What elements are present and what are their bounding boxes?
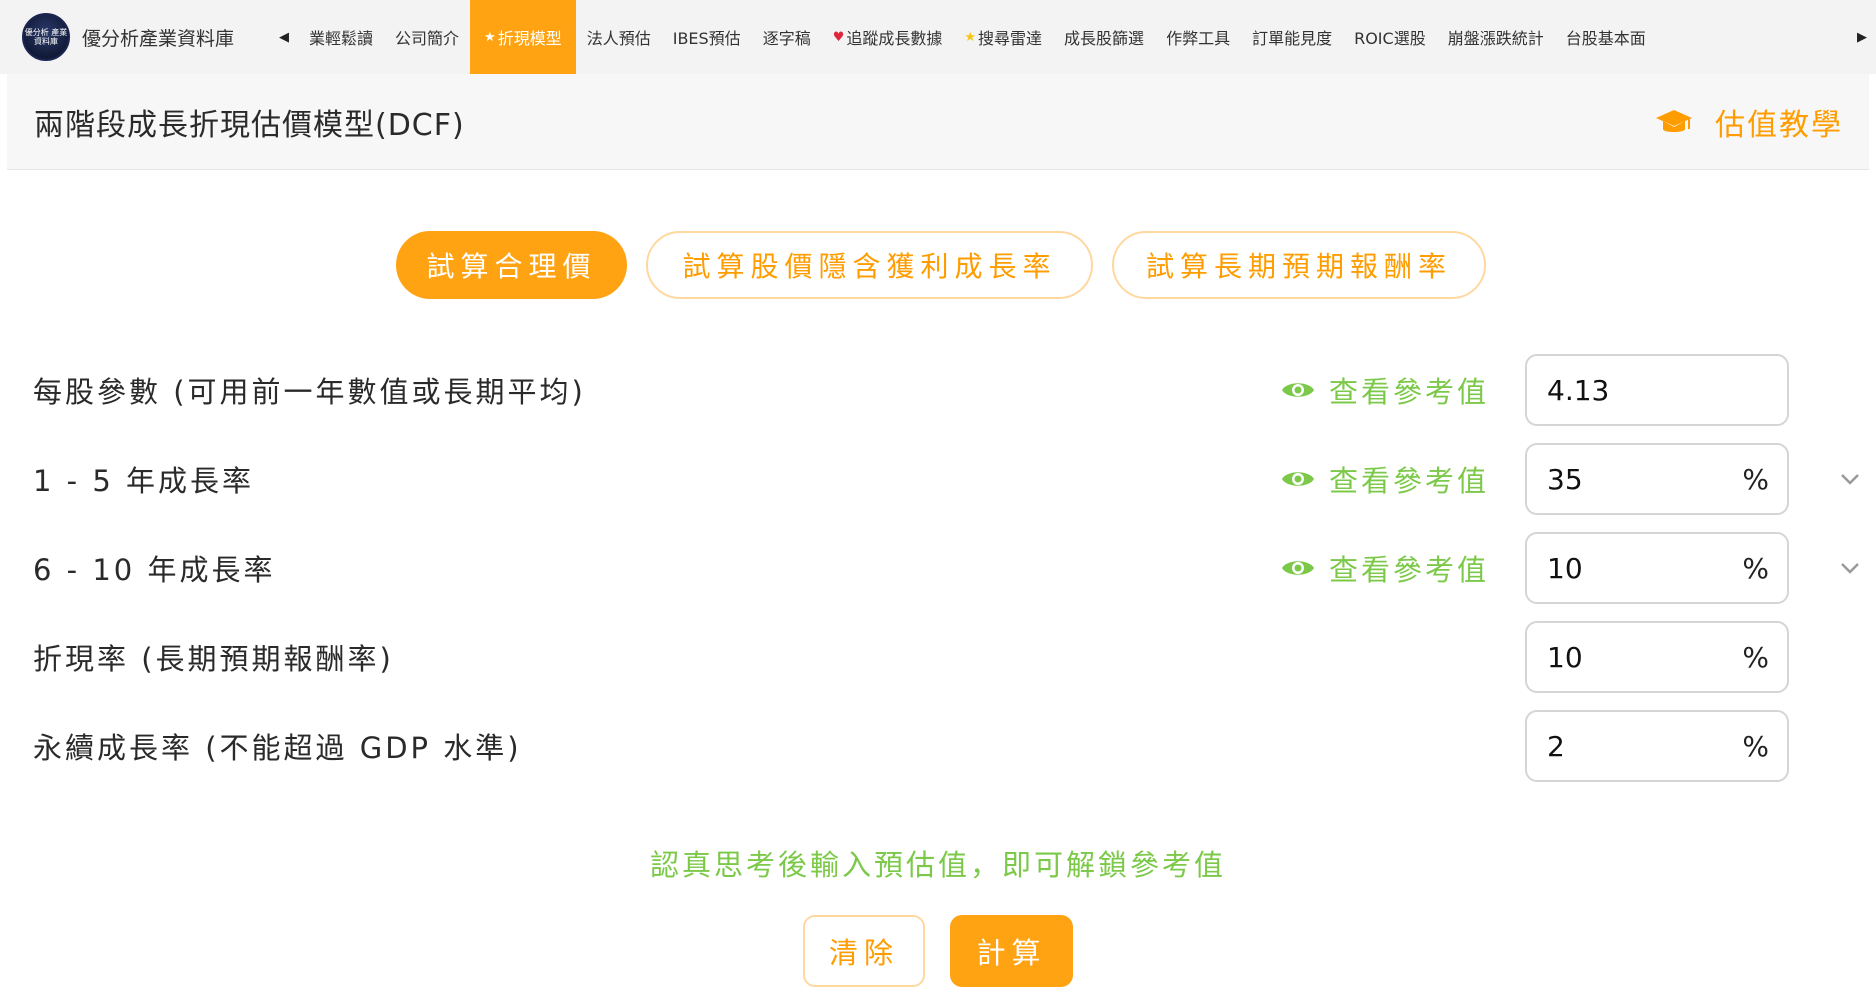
nav-item-label: 法人預估 (586, 29, 651, 48)
discount-rate-field[interactable]: % (1525, 621, 1789, 693)
growth-6-10-field[interactable]: % (1525, 532, 1789, 604)
nav-item-crash-stats[interactable]: 崩盤漲跌統計 (1437, 0, 1555, 74)
nav-item-institutional-estimates[interactable]: 法人預估 (576, 0, 662, 74)
tutorial-link[interactable]: 估值教學 (1655, 100, 1843, 144)
nav-item-growth-screener[interactable]: 成長股篩選 (1053, 0, 1155, 74)
nav-item-tw-fundamentals[interactable]: 台股基本面 (1555, 0, 1657, 74)
nav-item-easy-read[interactable]: 業輕鬆讀 (298, 0, 384, 74)
per-share-field[interactable] (1525, 354, 1789, 426)
eye-icon (1282, 472, 1314, 486)
top-navigation: 優分析 產業資料庫 優分析產業資料庫 ◀ 業輕鬆讀 公司簡介 ★ 折現模型 法人… (0, 0, 1876, 74)
form-row-terminal-growth: 永續成長率 (不能超過 GDP 水準) % (33, 710, 1843, 782)
logo-text: 優分析 產業資料庫 (24, 28, 68, 46)
nav-item-label: 折現模型 (497, 29, 562, 48)
mode-fair-value-button[interactable]: 試算合理價 (396, 231, 627, 299)
mode-implied-growth-button[interactable]: 試算股價隱含獲利成長率 (646, 231, 1093, 299)
nav-item-ibes-estimates[interactable]: IBES預估 (662, 0, 752, 74)
page-title: 兩階段成長折現估價模型(DCF) (34, 107, 465, 143)
calculate-button[interactable]: 計算 (950, 915, 1073, 987)
chevron-down-icon[interactable] (1838, 556, 1862, 580)
nav-item-cheat-tools[interactable]: 作弊工具 (1155, 0, 1241, 74)
growth-1-5-input[interactable] (1547, 462, 1697, 496)
growth-6-10-input[interactable] (1547, 551, 1697, 585)
nav-item-label: 公司簡介 (395, 29, 460, 48)
percent-unit: % (1742, 640, 1769, 674)
row-label: 6 - 10 年成長率 (33, 553, 276, 587)
nav-scroll-right-icon[interactable]: ▶ (1854, 0, 1870, 74)
brand-name: 優分析產業資料庫 (82, 27, 235, 50)
nav-item-company-profile[interactable]: 公司簡介 (384, 0, 470, 74)
chevron-down-icon[interactable] (1838, 467, 1862, 491)
form-actions: 清除 計算 (803, 915, 1073, 987)
percent-unit: % (1742, 551, 1769, 585)
form-row-discount-rate: 折現率 (長期預期報酬率) % (33, 621, 1843, 693)
nav-item-label: 訂單能見度 (1252, 29, 1333, 48)
heart-icon: ♥ (832, 29, 845, 45)
nav-item-order-visibility[interactable]: 訂單能見度 (1241, 0, 1343, 74)
percent-unit: % (1742, 462, 1769, 496)
nav-item-transcripts[interactable]: 逐字稿 (752, 0, 822, 74)
row-label: 折現率 (長期預期報酬率) (33, 642, 394, 676)
nav-items: 業輕鬆讀 公司簡介 ★ 折現模型 法人預估 IBES預估 逐字稿 ♥ 追蹤成長數… (298, 0, 1854, 74)
nav-item-label: 追蹤成長數據 (846, 29, 943, 48)
growth-1-5-field[interactable]: % (1525, 443, 1789, 515)
view-reference-label: 查看參考值 (1329, 375, 1490, 409)
nav-item-label: 作弊工具 (1166, 29, 1231, 48)
nav-item-label: 業輕鬆讀 (309, 29, 374, 48)
nav-item-growth-tracking[interactable]: ♥ 追蹤成長數據 (822, 0, 954, 74)
nav-item-label: IBES預估 (672, 29, 741, 48)
nav-item-dcf-model[interactable]: ★ 折現模型 (470, 0, 576, 74)
unlock-hint: 認真思考後輸入預估值，即可解鎖參考值 (649, 848, 1226, 882)
per-share-input[interactable] (1547, 373, 1697, 407)
brand[interactable]: 優分析 產業資料庫 優分析產業資料庫 (0, 13, 258, 61)
form-row-per-share: 每股參數 (可用前一年數值或長期平均) 查看參考值 (33, 354, 1843, 426)
view-reference-link[interactable]: 查看參考值 (1281, 458, 1489, 500)
star-icon: ★ (484, 29, 496, 45)
clear-button[interactable]: 清除 (803, 915, 925, 987)
view-reference-link[interactable]: 查看參考值 (1281, 369, 1489, 411)
terminal-growth-field[interactable]: % (1525, 710, 1789, 782)
terminal-growth-input[interactable] (1547, 729, 1697, 763)
nav-item-label: 成長股篩選 (1064, 29, 1145, 48)
discount-rate-input[interactable] (1547, 640, 1697, 674)
nav-item-label: 崩盤漲跌統計 (1447, 29, 1544, 48)
row-label: 永續成長率 (不能超過 GDP 水準) (33, 731, 522, 765)
percent-unit: % (1742, 729, 1769, 763)
row-label: 1 - 5 年成長率 (33, 464, 255, 498)
row-label: 每股參數 (可用前一年數值或長期平均) (33, 375, 586, 409)
eye-icon (1282, 561, 1314, 575)
nav-item-label: 逐字稿 (762, 29, 811, 48)
mode-expected-return-button[interactable]: 試算長期預期報酬率 (1112, 231, 1486, 299)
nav-item-label: 搜尋雷達 (978, 29, 1043, 48)
mode-selector: 試算合理價 試算股價隱含獲利成長率 試算長期預期報酬率 (396, 231, 1486, 299)
view-reference-label: 查看參考值 (1329, 464, 1490, 498)
logo: 優分析 產業資料庫 (22, 13, 70, 61)
eye-icon (1282, 383, 1314, 397)
nav-item-label: 台股基本面 (1565, 29, 1646, 48)
form-row-growth-1-5: 1 - 5 年成長率 查看參考值 % (33, 443, 1859, 515)
star-icon: ★ (964, 29, 977, 45)
graduation-cap-icon (1656, 109, 1692, 132)
nav-item-label: ROIC選股 (1354, 29, 1426, 48)
page-header: 兩階段成長折現估價模型(DCF) 估值教學 (7, 74, 1869, 170)
form-row-growth-6-10: 6 - 10 年成長率 查看參考值 % (33, 532, 1859, 604)
nav-item-search-radar[interactable]: ★ 搜尋雷達 (953, 0, 1053, 74)
view-reference-label: 查看參考值 (1329, 553, 1490, 587)
nav-item-roic-screener[interactable]: ROIC選股 (1343, 0, 1437, 74)
nav-scroll-left-icon[interactable]: ◀ (276, 0, 292, 74)
view-reference-link[interactable]: 查看參考值 (1281, 547, 1489, 589)
tutorial-label: 估值教學 (1715, 107, 1843, 143)
